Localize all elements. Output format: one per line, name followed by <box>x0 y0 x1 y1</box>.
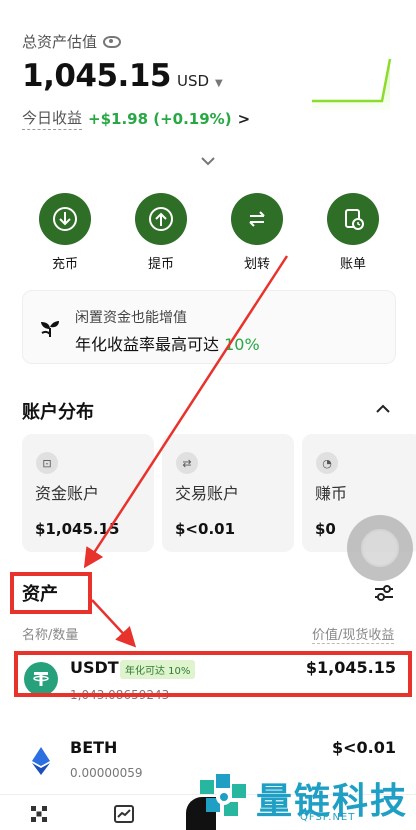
chart-icon[interactable] <box>114 805 134 823</box>
grid-icon[interactable] <box>30 805 48 823</box>
watermark-logo <box>200 774 246 816</box>
watermark-subtext: QFSP.NET <box>300 812 356 823</box>
annotation-arrows <box>83 255 289 648</box>
